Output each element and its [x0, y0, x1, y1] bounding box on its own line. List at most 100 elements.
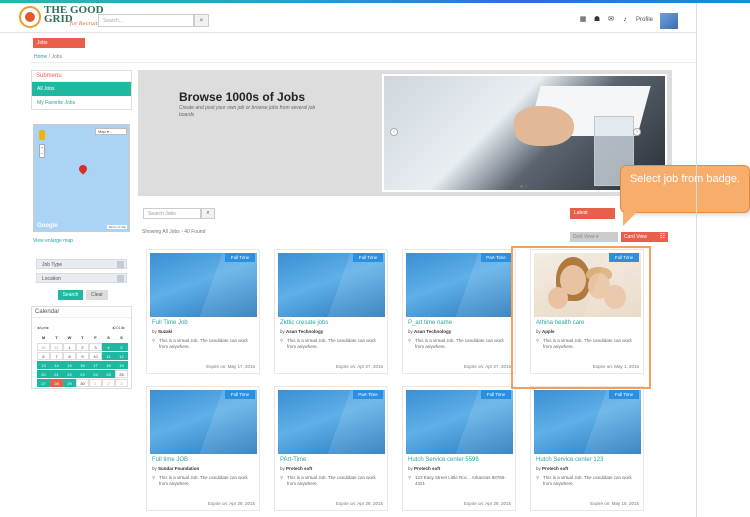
job-card[interactable]: Part-Time P_art time name by Asan Technolo…	[402, 249, 516, 374]
job-card[interactable]: Full Time Hutch Service center 123 by Prot…	[530, 386, 644, 511]
map-terms-link[interactable]: Terms of Use	[107, 225, 127, 229]
job-title[interactable]: PArt-Time	[280, 457, 306, 463]
map-type-select[interactable]: Map ▾	[95, 128, 127, 135]
job-card[interactable]: Part-Time PArt-Time by Protech soft ⚲ This i…	[274, 386, 388, 511]
logo-icon[interactable]	[19, 6, 41, 28]
calendar-day[interactable]: 9	[76, 352, 89, 360]
job-image[interactable]	[534, 390, 641, 454]
calendar-day[interactable]: 3	[115, 379, 128, 387]
calendar-day[interactable]: 7	[50, 352, 63, 360]
pegman-icon[interactable]	[39, 130, 45, 140]
profile-link[interactable]: Profile	[636, 17, 653, 23]
bell-icon[interactable]: ♪	[621, 16, 629, 23]
submenu-item-all-jobs[interactable]: All Jobs	[32, 82, 131, 96]
job-card[interactable]: Full Time Zkttic cresate jobs by Asan Tech…	[274, 249, 388, 374]
job-image[interactable]	[406, 390, 513, 454]
map-pin-icon[interactable]	[77, 163, 89, 175]
calendar-day[interactable]: 1	[89, 379, 102, 387]
slider-prev-icon[interactable]: ‹	[390, 128, 398, 136]
job-type-badge[interactable]: Full Time	[609, 253, 639, 262]
calendar-day[interactable]: 6	[37, 352, 50, 360]
job-title[interactable]: Zkttic cresate jobs	[280, 320, 328, 326]
submenu-item-favorite-jobs[interactable]: My Favorite Jobs	[32, 96, 131, 110]
calendar-day[interactable]: 12	[115, 352, 128, 360]
calendar-day[interactable]: 28	[50, 379, 63, 387]
job-title[interactable]: Full Time Job	[152, 320, 188, 326]
slider-dots[interactable]: ● ○	[520, 184, 527, 190]
job-type-badge[interactable]: Full Time	[225, 390, 255, 399]
calendar-day[interactable]: 29	[63, 379, 76, 387]
job-title[interactable]: Hutch Service center 123	[536, 457, 603, 463]
expand-icon[interactable]	[117, 275, 124, 282]
breadcrumb-home[interactable]: Home	[34, 54, 47, 60]
job-image[interactable]	[150, 253, 257, 317]
job-type-badge[interactable]: Part-Time	[481, 253, 511, 262]
calendar-day[interactable]: 3	[89, 343, 102, 351]
search-jobs-input[interactable]: Search Jobs	[143, 208, 201, 219]
job-title[interactable]: Hutch Service center 5598	[408, 457, 479, 463]
calendar-day[interactable]: 8	[63, 352, 76, 360]
calendar-prev-month[interactable]: ◂April▸	[37, 325, 49, 330]
calendar-day[interactable]: 16	[76, 361, 89, 369]
avatar[interactable]	[660, 13, 678, 29]
filter-search-button[interactable]: Search	[58, 290, 83, 300]
enlarge-map-link[interactable]: View enlarge map	[33, 238, 73, 244]
calendar-day[interactable]: 13	[37, 361, 50, 369]
users-icon[interactable]: ☗	[593, 16, 601, 23]
grid-icon[interactable]: ▦	[579, 16, 587, 23]
calendar-day[interactable]: 2	[76, 343, 89, 351]
job-image[interactable]	[278, 253, 385, 317]
calendar-day[interactable]: 10	[89, 352, 102, 360]
search-button[interactable]: ⌕	[194, 14, 209, 27]
calendar-day[interactable]: 30	[37, 343, 50, 351]
calendar-day[interactable]: 11	[102, 352, 115, 360]
job-type-badge[interactable]: Full Time	[481, 390, 511, 399]
job-card[interactable]: Full Time Full time JOB by Sundar Foundati…	[146, 386, 260, 511]
card-view-button[interactable]: Card View	[621, 232, 657, 242]
expand-icon[interactable]	[117, 261, 124, 268]
sort-dropdown[interactable]: Latest	[570, 208, 615, 219]
map-zoom-control[interactable]: + −	[39, 144, 45, 158]
job-image[interactable]	[406, 253, 513, 317]
calendar-year[interactable]: ◂2015▸	[112, 325, 125, 330]
calendar-day[interactable]: 22	[63, 370, 76, 378]
job-type-filter[interactable]: Job Type	[36, 259, 127, 269]
calendar-day[interactable]: 14	[50, 361, 63, 369]
calendar-day[interactable]: 23	[76, 370, 89, 378]
calendar-day[interactable]: 19	[115, 361, 128, 369]
calendar-day[interactable]: 20	[37, 370, 50, 378]
jobs-nav-tab[interactable]: Jobs	[33, 38, 85, 48]
search-jobs-button[interactable]: ⌕	[201, 208, 215, 219]
calendar-day[interactable]: 25	[102, 370, 115, 378]
calendar-day[interactable]: 30	[76, 379, 89, 387]
layout-icon[interactable]: ☷	[657, 232, 668, 242]
job-title[interactable]: Full time JOB	[152, 457, 188, 463]
job-type-badge[interactable]: Full Time	[353, 253, 383, 262]
filter-clear-button[interactable]: Clear	[86, 290, 108, 300]
job-type-badge[interactable]: Full Time	[609, 390, 639, 399]
calendar-day[interactable]: 27	[37, 379, 50, 387]
grid-view-select[interactable]: Grid View ▾	[570, 232, 618, 242]
calendar-day[interactable]: 31	[50, 343, 63, 351]
job-card[interactable]: Full Time Full Time Job by Suzaki ⚲ This is …	[146, 249, 260, 374]
calendar-day[interactable]: 24	[89, 370, 102, 378]
calendar-day[interactable]: 5	[115, 343, 128, 351]
calendar-day[interactable]: 18	[102, 361, 115, 369]
job-type-badge[interactable]: Part-Time	[353, 390, 383, 399]
calendar-day[interactable]: 1	[63, 343, 76, 351]
calendar-days[interactable]: 30 31 1 2 3 4 5 6 7 8 9 10 11 12 13 14 15 16 17 18 19 20 21 22 2…	[37, 343, 128, 387]
job-card[interactable]: Full Time Hutch Service center 5598 by Pro…	[402, 386, 516, 511]
job-type-badge[interactable]: Full Time	[225, 253, 255, 262]
search-input[interactable]: Search...	[98, 14, 194, 27]
job-image[interactable]	[278, 390, 385, 454]
calendar-day[interactable]: 17	[89, 361, 102, 369]
location-filter[interactable]: Location	[36, 273, 127, 283]
calendar-day[interactable]: 4	[102, 343, 115, 351]
location-map[interactable]: + − Map ▾ Google Terms of Use	[33, 124, 130, 232]
calendar-day[interactable]: 26	[115, 370, 128, 378]
mail-icon[interactable]: ✉	[607, 16, 615, 23]
calendar-day[interactable]: 15	[63, 361, 76, 369]
job-image[interactable]	[150, 390, 257, 454]
slider-next-icon[interactable]: ›	[633, 128, 641, 136]
job-title[interactable]: P_art time name	[408, 320, 452, 326]
